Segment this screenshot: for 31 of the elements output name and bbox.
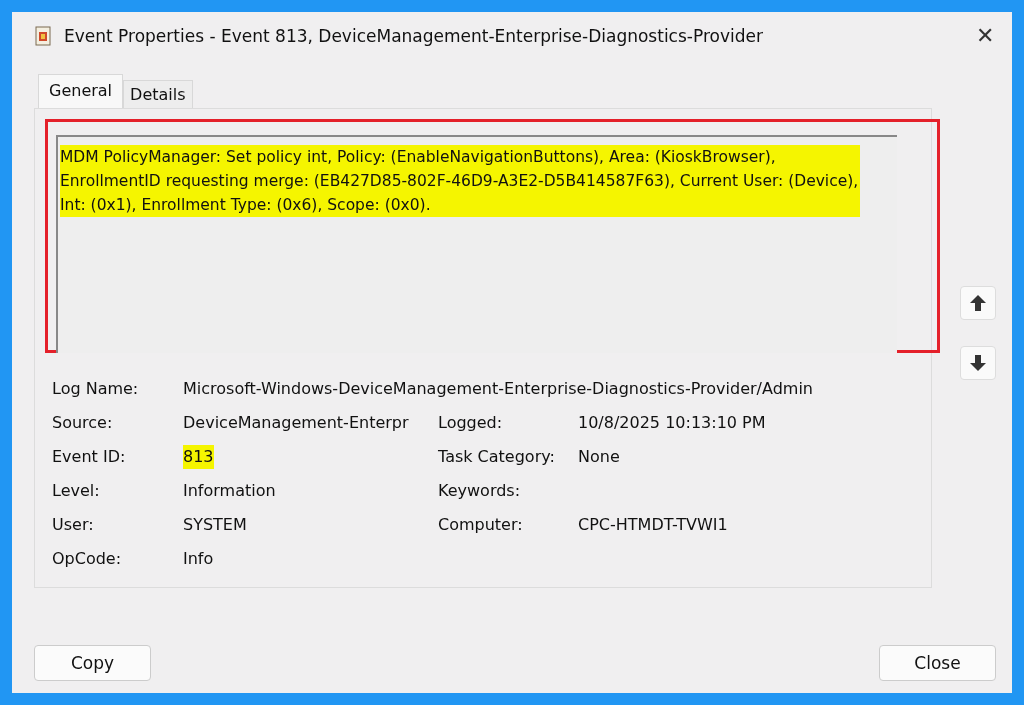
- field-label: Level:: [52, 480, 100, 502]
- field-value: Microsoft-Windows-DeviceManagement-Enterprise-Diagnostics-Provider/Admin: [183, 378, 813, 400]
- field-value: SYSTEM: [183, 514, 247, 536]
- field-value: CPC-HTMDT-TVWI1: [578, 514, 728, 536]
- field-value: None: [578, 446, 620, 468]
- field-label: Task Category:: [438, 446, 555, 468]
- close-button[interactable]: ✕: [974, 23, 996, 49]
- up-arrow-icon: [969, 293, 987, 313]
- field-label: Logged:: [438, 412, 503, 434]
- field-value: 813: [183, 445, 214, 469]
- previous-event-button[interactable]: [960, 286, 996, 320]
- field-label: Log Name:: [52, 378, 139, 400]
- down-arrow-icon: [969, 353, 987, 373]
- field-label: Source:: [52, 412, 113, 434]
- event-log-icon: [34, 26, 52, 46]
- field-value: 10/8/2025 10:13:10 PM: [578, 412, 766, 434]
- field-value: Information: [183, 480, 276, 502]
- copy-button[interactable]: Copy: [34, 645, 151, 681]
- tab[interactable]: General: [38, 74, 124, 108]
- field-label: OpCode:: [52, 548, 122, 570]
- field-label: Event ID:: [52, 446, 126, 468]
- close-dialog-button[interactable]: Close: [879, 645, 996, 681]
- field-value: Info: [183, 548, 214, 570]
- field-value: DeviceManagement-Enterpr: [183, 412, 409, 434]
- next-event-button[interactable]: [960, 346, 996, 380]
- field-label: Computer:: [438, 514, 523, 536]
- tab[interactable]: Details: [123, 80, 193, 108]
- field-label: Keywords:: [438, 480, 521, 502]
- window-title: Event Properties - Event 813, DeviceManagement-Enterprise-Diagnostics-Provider: [64, 26, 764, 46]
- field-label: User:: [52, 514, 94, 536]
- event-description: MDM PolicyManager: Set policy int, Policy: (EnableNavigationButtons), Area: (KioskBrowser), EnrollmentID requesting merge: (EB427D85-802F-46D9-A3E2-D5B414587F63), Current User: (Device), Int: (0x1), Enrollment Type: (0x6), Scope: (0x0).: [60, 145, 860, 217]
